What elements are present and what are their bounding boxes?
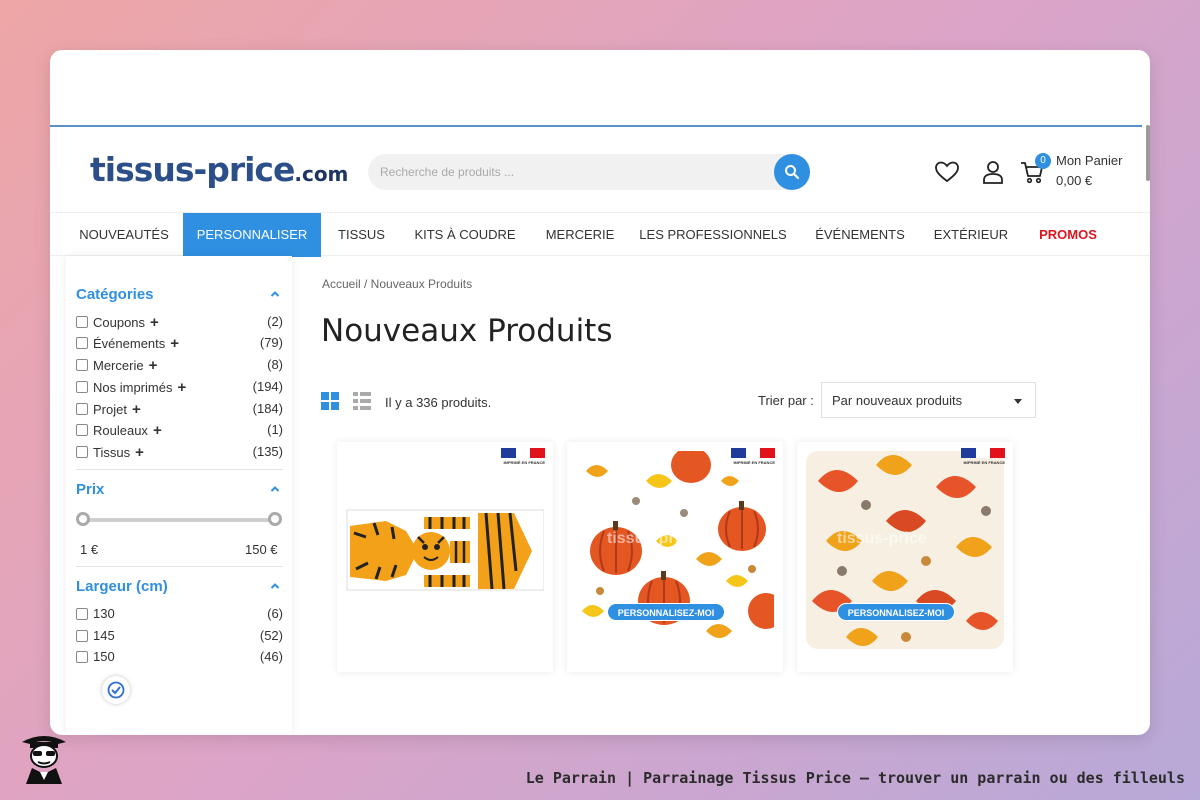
expand-icon[interactable]: + [153, 422, 162, 439]
expand-icon[interactable]: + [177, 379, 186, 396]
cart-total: 0,00 € [1056, 173, 1093, 188]
checkbox[interactable] [76, 424, 88, 436]
sort-label: Trier par : [758, 393, 814, 408]
product-card[interactable]: IMPRIMÉ EN FRANCE [337, 442, 553, 672]
checkbox[interactable] [76, 337, 88, 349]
nav-item-promos[interactable]: PROMOS [1034, 213, 1102, 257]
french-flag-icon [501, 448, 546, 458]
expand-icon[interactable]: + [132, 401, 141, 418]
nav-item-personnaliser[interactable]: PERSONNALISER [183, 213, 321, 257]
tiger-pattern-image [346, 451, 544, 649]
product-image-tiger[interactable] [346, 451, 544, 649]
checkbox[interactable] [76, 630, 88, 642]
product-card[interactable]: IMPRIMÉ EN FRANCE tissus-price PERSONNAL… [797, 442, 1013, 672]
nav-item-kits-a-coudre[interactable]: KITS À COUDRE [409, 213, 521, 257]
made-in-france-label: IMPRIMÉ EN FRANCE [503, 460, 545, 465]
scrollbar[interactable] [1146, 125, 1150, 181]
french-flag-icon [731, 448, 776, 458]
personalize-button[interactable]: PERSONNALISEZ-MOI [607, 603, 725, 621]
filter-category-rouleaux[interactable]: Rouleaux + (1) [76, 420, 283, 440]
checkbox[interactable] [76, 359, 88, 371]
cart-count-badge: 0 [1035, 153, 1051, 169]
divider [76, 469, 283, 470]
checkbox[interactable] [76, 608, 88, 620]
expand-icon[interactable]: + [149, 357, 158, 374]
trust-seal-icon[interactable] [102, 676, 130, 704]
checkbox[interactable] [76, 316, 88, 328]
sort-select[interactable]: Par nouveaux produits [821, 382, 1036, 418]
filter-category-evenements[interactable]: Événements + (79) [76, 333, 283, 353]
personalize-button[interactable]: PERSONNALISEZ-MOI [837, 603, 955, 621]
search-input[interactable] [380, 154, 760, 190]
nav-item-nouveautes[interactable]: NOUVEAUTÉS [69, 213, 179, 257]
filter-width-130[interactable]: 130 (6) [76, 604, 283, 624]
browser-window: tissus-price.com 0 Mon Panier 0,00 € NOU… [50, 50, 1150, 735]
made-in-france-label: IMPRIMÉ EN FRANCE [963, 460, 1005, 465]
filter-category-coupons[interactable]: Coupons + (2) [76, 312, 283, 332]
breadcrumb[interactable]: Accueil / Nouveaux Produits [322, 277, 472, 291]
checkbox[interactable] [76, 446, 88, 458]
expand-icon[interactable]: + [135, 444, 144, 461]
search-icon [785, 165, 800, 180]
footer-caption: Le Parrain | Parrainage Tissus Price — t… [525, 769, 1185, 787]
checkbox[interactable] [76, 381, 88, 393]
filter-category-nos-imprimes[interactable]: Nos imprimés + (194) [76, 377, 283, 397]
nav-item-mercerie[interactable]: MERCERIE [539, 213, 621, 257]
wishlist-button[interactable] [933, 158, 961, 186]
made-in-france-label: IMPRIMÉ EN FRANCE [733, 460, 775, 465]
price-slider-max-handle[interactable] [268, 512, 282, 526]
filter-category-projet[interactable]: Projet + (184) [76, 399, 283, 419]
nav-item-exterieur[interactable]: EXTÉRIEUR [928, 213, 1014, 257]
filter-width-145[interactable]: 145 (52) [76, 626, 283, 646]
heart-icon [935, 161, 959, 183]
chevron-up-icon[interactable] [270, 581, 280, 591]
filter-width-150[interactable]: 150 (46) [76, 647, 283, 667]
account-button[interactable] [979, 158, 1007, 186]
godfather-mascot-icon [22, 736, 66, 784]
product-card[interactable]: IMPRIMÉ EN FRANCE tissus-price PERSONNAL… [567, 442, 783, 672]
divider [76, 566, 283, 567]
main-nav: NOUVEAUTÉS PERSONNALISER TISSUS KITS À C… [50, 212, 1150, 257]
nav-item-evenements[interactable]: ÉVÉNEMENTS [809, 213, 911, 257]
price-slider-track[interactable] [83, 518, 275, 522]
checkbox[interactable] [76, 651, 88, 663]
watermark: tissus-price [607, 530, 697, 547]
filter-sidebar: Catégories Coupons + (2) Événements + (79) M… [66, 256, 292, 735]
watermark: tissus-price [837, 530, 927, 547]
top-divider [50, 125, 1142, 127]
nav-item-professionnels[interactable]: LES PROFESSIONNELS [638, 213, 788, 257]
caret-down-icon [1014, 399, 1022, 404]
filter-category-tissus[interactable]: Tissus + (135) [76, 442, 283, 462]
list-view-icon[interactable] [353, 392, 371, 410]
check-shield-icon [107, 681, 125, 699]
chevron-up-icon[interactable] [270, 289, 280, 299]
price-min-value: 1 € [80, 542, 99, 557]
categories-title[interactable]: Catégories [76, 286, 154, 303]
expand-icon[interactable]: + [150, 314, 159, 331]
price-slider-min-handle[interactable] [76, 512, 90, 526]
search-bar [368, 154, 810, 190]
french-flag-icon [961, 448, 1006, 458]
price-title[interactable]: Prix [76, 481, 104, 498]
filter-category-mercerie[interactable]: Mercerie + (8) [76, 355, 283, 375]
product-count: Il y a 336 produits. [385, 395, 492, 410]
site-logo[interactable]: tissus-price.com [90, 150, 348, 189]
cart-label[interactable]: Mon Panier [1056, 153, 1122, 168]
page-title: Nouveaux Produits [321, 313, 613, 349]
nav-item-tissus[interactable]: TISSUS [330, 213, 393, 257]
grid-view-icon[interactable] [321, 392, 339, 410]
width-title[interactable]: Largeur (cm) [76, 578, 168, 595]
chevron-up-icon[interactable] [270, 484, 280, 494]
checkbox[interactable] [76, 403, 88, 415]
search-button[interactable] [774, 154, 810, 190]
expand-icon[interactable]: + [170, 335, 179, 352]
user-icon [983, 161, 1003, 184]
price-max-value: 150 € [245, 542, 278, 557]
